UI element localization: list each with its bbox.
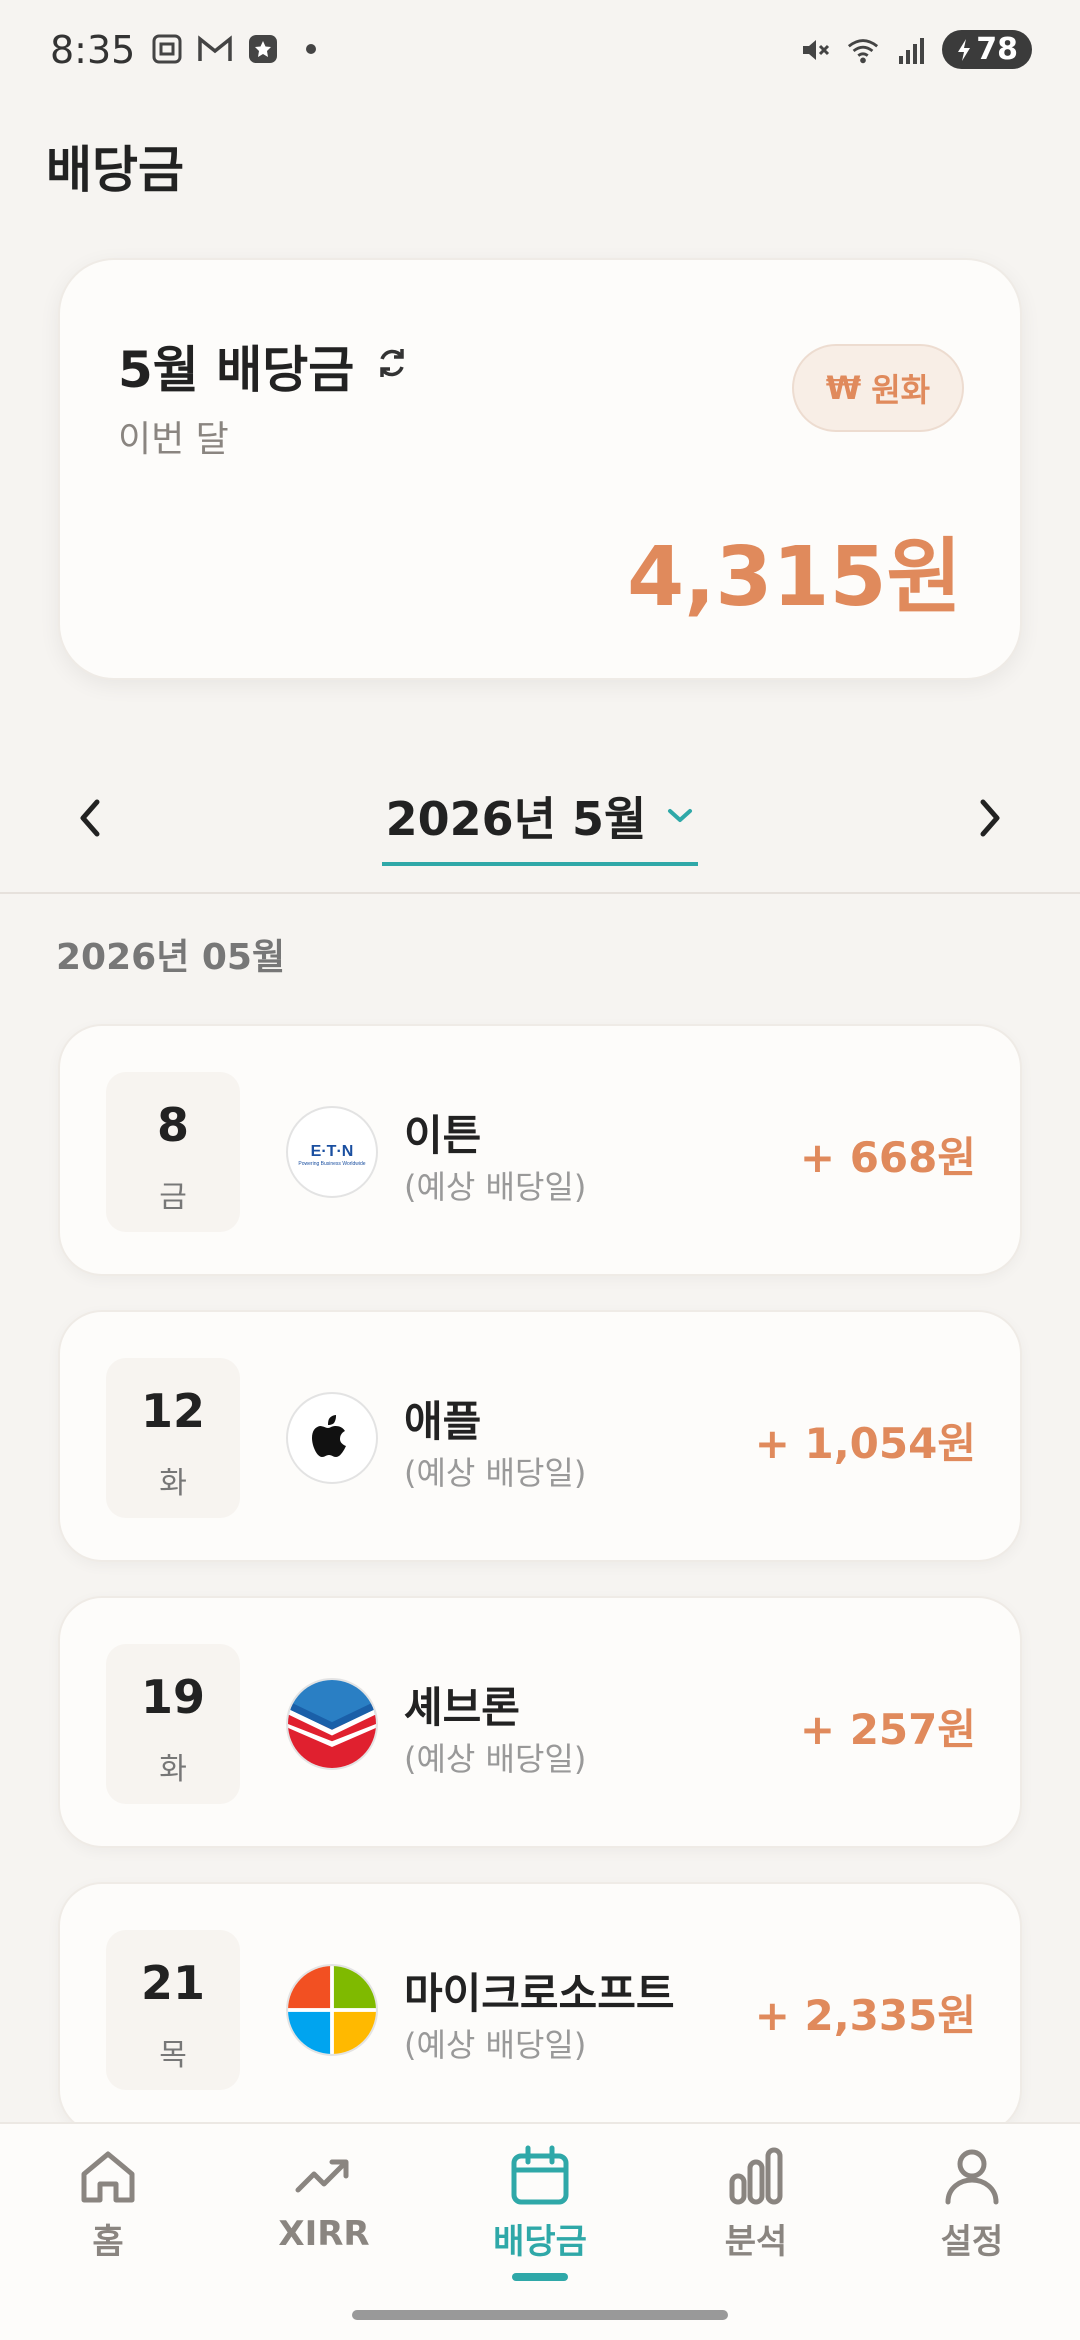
month-navigator: 2026년 5월: [0, 760, 1080, 890]
dividend-amount: + 257원: [799, 1705, 976, 1754]
bar-chart-icon: [729, 2147, 783, 2205]
tab-settings[interactable]: 설정: [872, 2144, 1072, 2294]
active-tab-indicator: [512, 2273, 568, 2281]
eaton-logo-icon: E·T·N Powering Business Worldwide: [286, 1106, 378, 1198]
company-name: 애플: [404, 1397, 482, 1446]
expected-date-note: (예상 배당일): [404, 1168, 587, 1206]
expected-date-note: (예상 배당일): [404, 2026, 587, 2064]
home-gesture-bar[interactable]: [352, 2310, 728, 2320]
chevron-down-icon: [668, 809, 693, 822]
date-weekday: 목: [159, 2038, 187, 2073]
status-time: 8:35: [50, 28, 136, 72]
chevron-logo-icon: [286, 1678, 378, 1770]
status-left-icons: [150, 32, 328, 66]
app-badge-icon: [246, 32, 280, 66]
month-dropdown[interactable]: 2026년 5월: [382, 770, 698, 866]
company-name: 셰브론: [404, 1683, 520, 1732]
date-day-number: 19: [140, 1670, 205, 1724]
page-title: 배당금: [46, 141, 184, 199]
dividend-row[interactable]: 21 목 마이크로소프트 (예상 배당일) + 2,335원: [58, 1882, 1022, 2134]
dividend-amount: + 2,335원: [754, 1991, 976, 2040]
date-weekday: 화: [159, 1752, 187, 1787]
wifi-icon: [846, 33, 880, 67]
date-day-number: 12: [140, 1384, 205, 1438]
date-day-number: 21: [140, 1956, 205, 2010]
status-right-icons: 78: [798, 30, 1032, 69]
date-box: 8 금: [106, 1072, 240, 1232]
date-day-number: 8: [156, 1098, 189, 1152]
signal-icon: [894, 33, 928, 67]
refresh-icon[interactable]: [372, 337, 412, 395]
summary-title-row: 5월 배당금: [118, 330, 412, 402]
tab-label: 홈: [92, 2222, 124, 2262]
battery-indicator: 78: [942, 30, 1032, 69]
selected-month: 2026년 5월: [385, 792, 647, 846]
chevron-right-icon: [980, 799, 1000, 837]
mute-icon: [798, 33, 832, 67]
currency-toggle-button[interactable]: ₩ 원화: [792, 344, 964, 432]
summary-card: 5월 배당금 이번 달 ₩ 원화 4,315원: [58, 258, 1022, 680]
tab-label: 배당금: [493, 2222, 587, 2262]
next-month-button[interactable]: [960, 778, 1020, 858]
date-weekday: 화: [159, 1466, 187, 1501]
tab-label: XIRR: [278, 2214, 370, 2254]
previous-month-button[interactable]: [60, 778, 120, 858]
bottom-navigation: 홈 XIRR 배당금 분석 설정: [0, 2122, 1080, 2340]
tab-label: 설정: [940, 2222, 1004, 2262]
summary-amount: 4,315원: [627, 530, 962, 625]
tab-label: 분석: [724, 2222, 788, 2262]
trend-icon: [295, 2159, 349, 2193]
dividend-row[interactable]: 12 화 애플 (예상 배당일) + 1,054원: [58, 1310, 1022, 1562]
apple-logo-icon: [286, 1392, 378, 1484]
summary-subtitle: 이번 달: [118, 419, 229, 460]
company-name: 마이크로소프트: [404, 1969, 675, 2018]
dot-icon: [294, 32, 328, 66]
date-box: 19 화: [106, 1644, 240, 1804]
dividend-row[interactable]: 19 화 셰브론 (예상 배당일) + 257원: [58, 1596, 1022, 1848]
tab-xirr[interactable]: XIRR: [224, 2144, 424, 2294]
screenshot-icon: [150, 32, 184, 66]
svg-text:Powering Business Worldwide: Powering Business Worldwide: [298, 1161, 365, 1167]
dividend-row[interactable]: 8 금 E·T·N Powering Business Worldwide 이튼 …: [58, 1024, 1022, 1276]
date-box: 21 목: [106, 1930, 240, 2090]
summary-title: 5월 배당금: [118, 341, 355, 399]
battery-level: 78: [976, 32, 1018, 67]
tab-analysis[interactable]: 분석: [656, 2144, 856, 2294]
won-icon: ₩: [825, 369, 862, 407]
tab-home[interactable]: 홈: [8, 2144, 208, 2294]
date-box: 12 화: [106, 1358, 240, 1518]
chevron-left-icon: [80, 799, 100, 837]
person-icon: [945, 2149, 999, 2205]
section-month-label: 2026년 05월: [56, 937, 286, 978]
svg-text:E·T·N: E·T·N: [311, 1143, 354, 1160]
status-bar: 8:35 78: [0, 0, 1080, 100]
home-icon: [81, 2151, 135, 2203]
expected-date-note: (예상 배당일): [404, 1740, 587, 1778]
calendar-icon: [511, 2145, 569, 2205]
company-name: 이튼: [404, 1111, 482, 1160]
tab-dividends[interactable]: 배당금: [440, 2144, 640, 2294]
divider: [0, 892, 1080, 894]
microsoft-logo-icon: [286, 1964, 378, 2056]
gmail-icon: [198, 32, 232, 66]
dividend-amount: + 1,054원: [754, 1419, 976, 1468]
currency-label: 원화: [871, 371, 931, 409]
date-weekday: 금: [159, 1180, 187, 1215]
dividend-amount: + 668원: [799, 1133, 976, 1182]
expected-date-note: (예상 배당일): [404, 1454, 587, 1492]
charging-icon: [958, 38, 971, 61]
dividend-list: 8 금 E·T·N Powering Business Worldwide 이튼 …: [58, 1024, 1022, 2168]
